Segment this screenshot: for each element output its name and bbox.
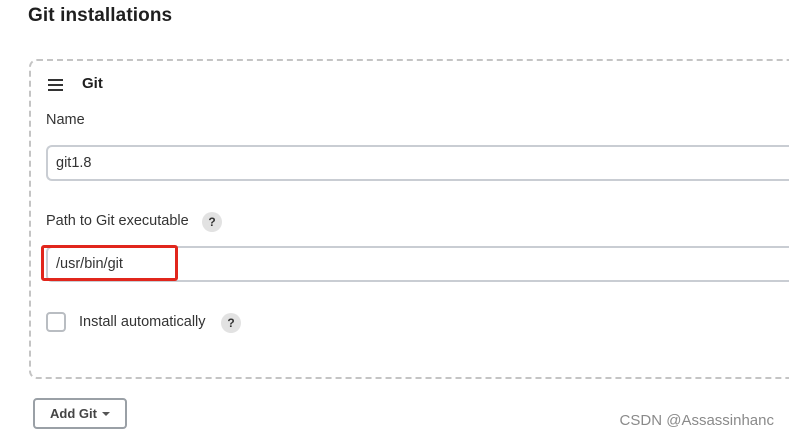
tool-name: Git (82, 75, 103, 92)
path-label: Path to Git executable (46, 213, 189, 229)
add-git-label: Add Git (50, 406, 97, 421)
section-title: Git installations (28, 5, 173, 26)
install-automatically-label: Install automatically (79, 314, 206, 330)
drag-handle-icon[interactable] (48, 79, 63, 91)
path-input[interactable] (46, 246, 789, 282)
name-label: Name (46, 112, 85, 128)
install-automatically-checkbox[interactable] (46, 312, 66, 332)
watermark: CSDN @Assassinhanc (619, 412, 774, 429)
caret-down-icon (101, 412, 110, 416)
path-help-icon[interactable]: ? (202, 212, 222, 232)
add-git-button[interactable]: Add Git (33, 398, 127, 429)
name-input[interactable] (46, 145, 789, 181)
install-help-icon[interactable]: ? (221, 313, 241, 333)
